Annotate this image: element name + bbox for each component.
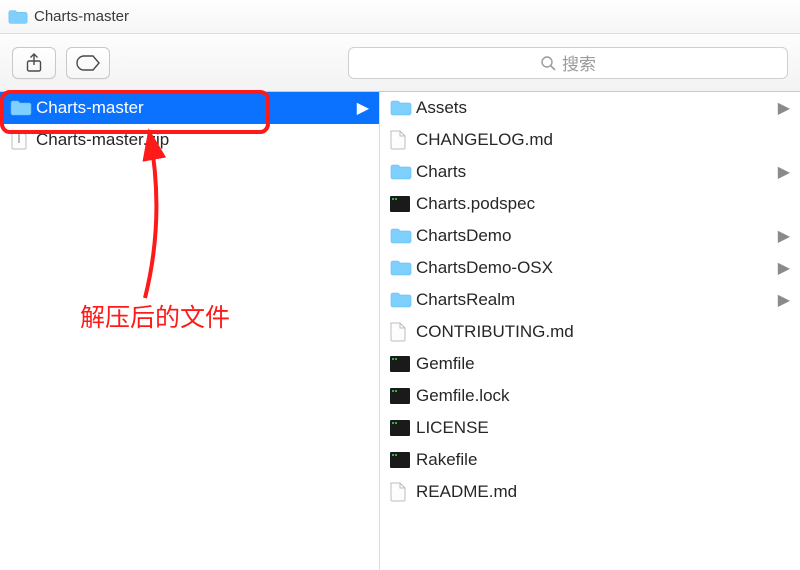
list-item[interactable]: CHANGELOG.md <box>380 124 800 156</box>
column-1: Charts-master ▶ Charts-master.zip <box>0 92 380 570</box>
toolbar: 搜索 <box>0 34 800 92</box>
item-label: Assets <box>416 98 774 118</box>
chevron-right-icon: ▶ <box>778 258 790 278</box>
finder-columns: Charts-master ▶ Charts-master.zip Assets… <box>0 92 800 570</box>
item-label: Charts-master.zip <box>36 130 369 150</box>
exec-icon <box>390 452 416 468</box>
list-item[interactable]: ChartsRealm▶ <box>380 284 800 316</box>
search-icon <box>540 55 556 71</box>
list-item[interactable]: README.md <box>380 476 800 508</box>
exec-icon <box>390 420 416 436</box>
list-item[interactable]: CONTRIBUTING.md <box>380 316 800 348</box>
folder-icon <box>8 9 28 25</box>
folder-icon <box>390 228 416 244</box>
chevron-right-icon: ▶ <box>778 226 790 246</box>
item-label: CHANGELOG.md <box>416 130 790 150</box>
titlebar: Charts-master <box>0 0 800 34</box>
tag-icon <box>76 55 100 71</box>
folder-icon <box>10 100 36 116</box>
chevron-right-icon: ▶ <box>778 162 790 182</box>
exec-icon <box>390 356 416 372</box>
share-icon <box>25 53 43 73</box>
list-item[interactable]: Charts.podspec <box>380 188 800 220</box>
tags-button[interactable] <box>66 47 110 79</box>
window-title: Charts-master <box>34 8 129 25</box>
item-label: LICENSE <box>416 418 790 438</box>
chevron-right-icon: ▶ <box>357 98 369 118</box>
item-label: Gemfile.lock <box>416 386 790 406</box>
list-item[interactable]: Charts-master ▶ <box>0 92 379 124</box>
file-icon <box>390 322 416 342</box>
column-2: Assets▶CHANGELOG.mdCharts▶Charts.podspec… <box>380 92 800 570</box>
exec-icon <box>390 196 416 212</box>
item-label: Charts.podspec <box>416 194 790 214</box>
item-label: Rakefile <box>416 450 790 470</box>
list-item[interactable]: Charts▶ <box>380 156 800 188</box>
chevron-right-icon: ▶ <box>778 290 790 310</box>
item-label: Charts-master <box>36 98 353 118</box>
list-item[interactable]: ChartsDemo▶ <box>380 220 800 252</box>
item-label: README.md <box>416 482 790 502</box>
folder-icon <box>390 164 416 180</box>
folder-icon <box>390 292 416 308</box>
list-item[interactable]: LICENSE <box>380 412 800 444</box>
list-item[interactable]: ChartsDemo-OSX▶ <box>380 252 800 284</box>
item-label: ChartsRealm <box>416 290 774 310</box>
chevron-right-icon: ▶ <box>778 98 790 118</box>
file-icon <box>390 130 416 150</box>
search-input[interactable]: 搜索 <box>348 47 788 79</box>
list-item[interactable]: Assets▶ <box>380 92 800 124</box>
share-button[interactable] <box>12 47 56 79</box>
item-label: ChartsDemo-OSX <box>416 258 774 278</box>
folder-icon <box>390 260 416 276</box>
item-label: Gemfile <box>416 354 790 374</box>
list-item[interactable]: Gemfile.lock <box>380 380 800 412</box>
file-icon <box>390 482 416 502</box>
zip-icon <box>10 130 36 150</box>
item-label: ChartsDemo <box>416 226 774 246</box>
folder-icon <box>390 100 416 116</box>
search-placeholder: 搜索 <box>562 50 596 75</box>
exec-icon <box>390 388 416 404</box>
list-item[interactable]: Charts-master.zip <box>0 124 379 156</box>
list-item[interactable]: Gemfile <box>380 348 800 380</box>
item-label: CONTRIBUTING.md <box>416 322 790 342</box>
list-item[interactable]: Rakefile <box>380 444 800 476</box>
item-label: Charts <box>416 162 774 182</box>
